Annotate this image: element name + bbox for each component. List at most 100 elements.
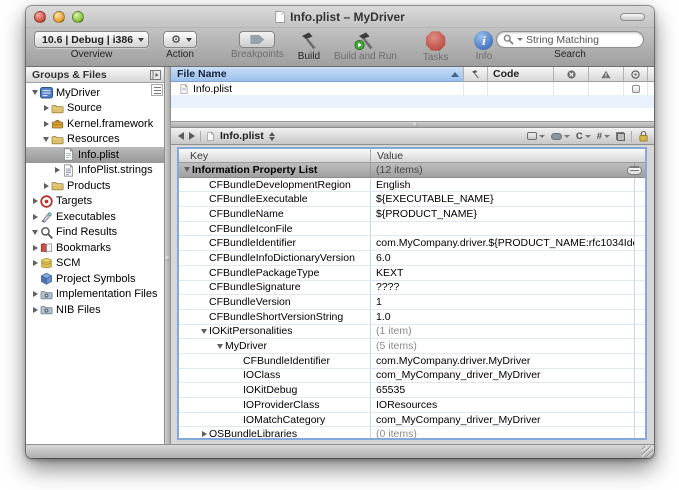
vertical-splitter[interactable] [164, 67, 171, 444]
target-checkbox[interactable] [632, 85, 640, 93]
plist-row[interactable]: IOProviderClass IOResources [179, 398, 645, 413]
column-header-code[interactable]: Code [487, 67, 553, 82]
line-number-menu-button[interactable]: # [597, 131, 610, 142]
disclosure-triangle[interactable] [30, 90, 40, 95]
search-input[interactable]: String Matching [496, 31, 644, 48]
plist-row[interactable]: CFBundleIconFile [179, 222, 645, 237]
sidebar-header-label: Groups & Files [32, 69, 107, 81]
plist-row[interactable]: CFBundleInfoDictionaryVersion 6.0 [179, 251, 645, 266]
close-button[interactable] [34, 11, 46, 23]
column-header-build[interactable] [463, 67, 487, 82]
action-popup[interactable]: ⚙ [163, 31, 197, 48]
minimize-button[interactable] [53, 11, 65, 23]
plist-row[interactable]: CFBundleSignature ???? [179, 281, 645, 296]
chevron-down-icon [564, 135, 570, 138]
info-icon[interactable]: i [474, 31, 493, 50]
sidebar-item-resources[interactable]: Resources [26, 132, 164, 148]
breakpoints-button[interactable] [239, 31, 275, 48]
sidebar-item-targets[interactable]: Targets [26, 194, 164, 210]
action-label: Action [166, 49, 194, 60]
sidebar-item-executables[interactable]: Executables [26, 209, 164, 225]
disclosure-triangle[interactable] [215, 344, 225, 349]
breakpoints-menu-button[interactable] [551, 133, 570, 140]
column-header-key[interactable]: Key [179, 149, 371, 162]
disclosure-triangle[interactable] [182, 167, 192, 172]
hammer-icon[interactable] [298, 31, 320, 50]
sidebar-menu-button[interactable] [151, 84, 163, 96]
back-button[interactable] [178, 132, 184, 140]
sidebar-item-scm[interactable]: SCM [26, 256, 164, 272]
disclosure-triangle[interactable] [30, 245, 40, 251]
plist-row[interactable]: CFBundleShortVersionString 1.0 [179, 310, 645, 325]
sidebar-item-source[interactable]: Source [26, 101, 164, 117]
overview-popup[interactable]: 10.6 | Debug | i386 [34, 31, 149, 48]
disclosure-triangle[interactable] [30, 230, 40, 235]
plist-row[interactable]: CFBundleDevelopmentRegion English [179, 178, 645, 193]
column-header-errors[interactable] [553, 67, 588, 82]
plist-row[interactable]: IOMatchCategory com_MyCompany_driver_MyD… [179, 413, 645, 428]
sidebar-item-nib-files[interactable]: NIB Files [26, 302, 164, 318]
sidebar-item-find-results[interactable]: Find Results [26, 225, 164, 241]
plist-row[interactable]: CFBundleIdentifier com.MyCompany.driver.… [179, 236, 645, 251]
column-header-target[interactable] [623, 67, 647, 82]
disclosure-triangle[interactable] [30, 291, 40, 297]
nav-file-name[interactable]: Info.plist [220, 130, 264, 142]
disclosure-triangle[interactable] [52, 167, 62, 173]
column-header-warnings[interactable] [588, 67, 623, 82]
resize-grip[interactable] [642, 446, 653, 457]
zoom-button[interactable] [72, 11, 84, 23]
plist-row-iokit[interactable]: IOKitPersonalities (1 item) [179, 325, 645, 340]
bookmarks-icon[interactable] [616, 132, 625, 141]
disclosure-triangle[interactable] [30, 307, 40, 313]
plist-row[interactable]: CFBundleIdentifier com.MyCompany.driver.… [179, 354, 645, 369]
disclosure-triangle[interactable] [199, 329, 209, 334]
sidebar-header[interactable]: Groups & Files [26, 67, 164, 83]
error-icon [567, 70, 576, 79]
sidebar-item-project-symbols[interactable]: Project Symbols [26, 271, 164, 287]
disclosure-triangle[interactable] [41, 137, 51, 142]
sidebar-item-bookmarks[interactable]: Bookmarks [26, 240, 164, 256]
class-menu-button[interactable]: C [576, 131, 591, 142]
plist-row-root[interactable]: Information Property List (12 items) [179, 163, 645, 178]
disclosure-triangle[interactable] [30, 198, 40, 204]
file-popup-arrows-icon[interactable] [269, 132, 275, 141]
sidebar-item-mydriver[interactable]: MyDriver [26, 85, 164, 101]
sidebar-item-products[interactable]: Products [26, 178, 164, 194]
plist-row-mydriver[interactable]: MyDriver (5 items) [179, 339, 645, 354]
disclosure-triangle[interactable] [41, 183, 51, 189]
counterpart-button[interactable] [527, 132, 545, 140]
plist-row[interactable]: CFBundleExecutable ${EXECUTABLE_NAME} [179, 192, 645, 207]
row-menu-button[interactable] [627, 166, 642, 175]
title-bar[interactable]: Info.plist – MyDriver [26, 6, 654, 28]
column-header-file-name[interactable]: File Name [171, 67, 463, 82]
split-view-icon[interactable] [150, 70, 161, 80]
plist-row[interactable]: CFBundlePackageType KEXT [179, 266, 645, 281]
hammer-run-icon[interactable] [353, 31, 377, 50]
menu-lines-icon [630, 167, 639, 173]
column-header-value[interactable]: Value [371, 149, 645, 162]
breakpoints-label: Breakpoints [231, 49, 284, 60]
disclosure-triangle[interactable] [30, 214, 40, 220]
plist-row-osbundle[interactable]: OSBundleLibraries (0 items) [179, 427, 645, 440]
sidebar-item-implementation-files[interactable]: Implementation Files [26, 287, 164, 303]
horizontal-splitter[interactable] [171, 121, 654, 128]
sidebar-item-kernel-framework[interactable]: Kernel.framework [26, 116, 164, 132]
plist-file-icon [179, 83, 189, 95]
plist-row[interactable]: CFBundleName ${PRODUCT_NAME} [179, 207, 645, 222]
plist-row[interactable]: CFBundleVersion 1 [179, 295, 645, 310]
plist-row[interactable]: IOKitDebug 65535 [179, 383, 645, 398]
toolbar-toggle-pill[interactable] [620, 13, 645, 21]
disclosure-triangle[interactable] [41, 121, 51, 127]
tasks-label: Tasks [423, 52, 449, 63]
sidebar-item-infoplist-strings[interactable]: InfoPlist.strings [26, 163, 164, 179]
disclosure-triangle[interactable] [30, 260, 40, 266]
file-row-info-plist[interactable]: Info.plist [171, 82, 654, 95]
disclosure-triangle[interactable] [199, 431, 209, 437]
sidebar-item-info-plist[interactable]: Info.plist [26, 147, 164, 163]
lock-icon[interactable] [638, 130, 649, 142]
document-proxy-icon[interactable] [275, 11, 285, 23]
plist-row[interactable]: IOClass com_MyCompany_driver_MyDriver [179, 369, 645, 384]
disclosure-triangle[interactable] [41, 105, 51, 111]
forward-button[interactable] [189, 132, 195, 140]
stop-octagon-icon[interactable] [426, 31, 446, 51]
